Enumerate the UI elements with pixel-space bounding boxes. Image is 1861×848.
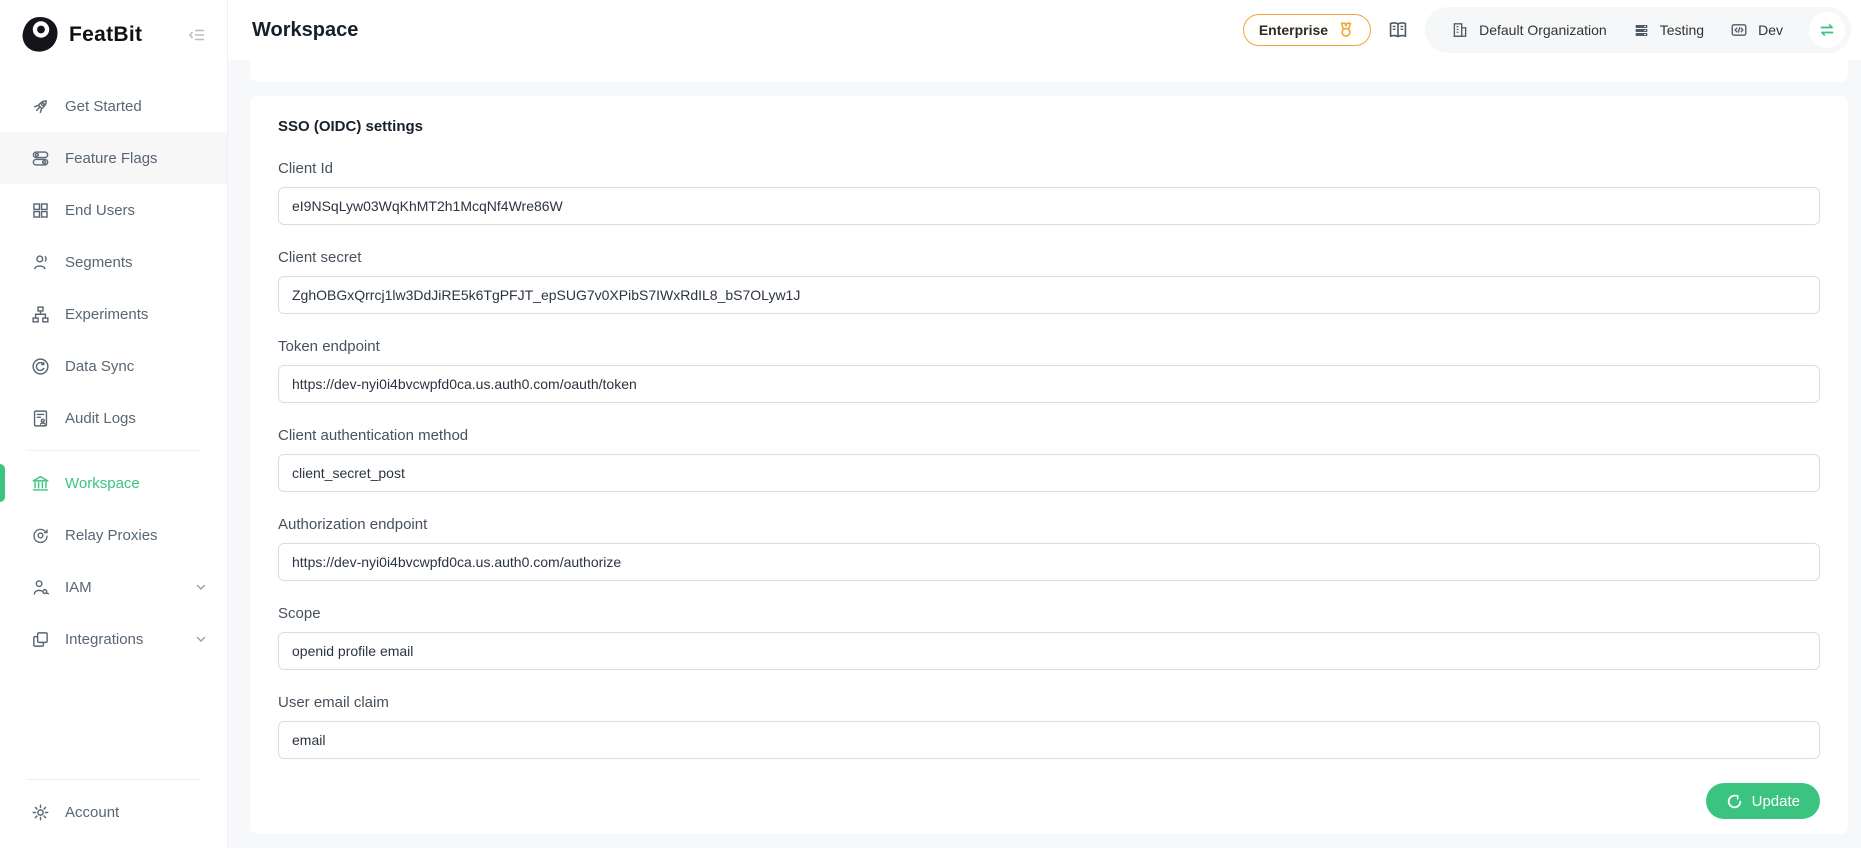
sidebar-nav: Get Started Feature Flags End Users Segment… (0, 80, 227, 773)
collapse-sidebar-icon[interactable] (187, 25, 207, 45)
field-label: Scope (278, 605, 1820, 622)
sidebar-item-label: Workspace (65, 475, 140, 492)
integrations-icon (30, 629, 50, 649)
audit-icon (30, 408, 50, 428)
sidebar-item-integrations[interactable]: Integrations (0, 613, 227, 665)
environment-selector[interactable]: Dev (1730, 21, 1783, 39)
iam-icon (30, 577, 50, 597)
sso-settings-card: SSO (OIDC) settings Client Id Client secr… (250, 96, 1848, 834)
sidebar-item-feature-flags[interactable]: Feature Flags (0, 132, 227, 184)
form-group: User email claim (278, 694, 1820, 759)
sidebar-item-label: Feature Flags (65, 150, 158, 167)
sidebar: FeatBit Get Started Feature Flags End User… (0, 0, 228, 848)
sidebar-item-account[interactable]: Account (0, 786, 227, 838)
form-group: Client Id (278, 160, 1820, 225)
field-input[interactable] (278, 187, 1820, 225)
toggles-icon (30, 148, 50, 168)
form-group: Client secret (278, 249, 1820, 314)
project-icon (1633, 22, 1650, 39)
sidebar-item-end-users[interactable]: End Users (0, 184, 227, 236)
sidebar-divider (26, 779, 201, 780)
code-environment-icon (1730, 21, 1748, 39)
sidebar-footer: Account (0, 773, 227, 848)
page-title: Workspace (252, 19, 358, 42)
organization-icon (1451, 21, 1469, 39)
sidebar-item-data-sync[interactable]: Data Sync (0, 340, 227, 392)
sidebar-item-label: End Users (65, 202, 135, 219)
sidebar-item-workspace[interactable]: Workspace (0, 457, 227, 509)
field-input[interactable] (278, 632, 1820, 670)
field-label: Client authentication method (278, 427, 1820, 444)
chevron-down-icon (195, 633, 207, 645)
sync-icon (30, 356, 50, 376)
form-group: Token endpoint (278, 338, 1820, 403)
form-group: Authorization endpoint (278, 516, 1820, 581)
chevron-down-icon (195, 581, 207, 593)
header-right: Enterprise Default Organization Testing (1243, 7, 1851, 53)
environment-switcher: Default Organization Testing Dev (1425, 7, 1851, 53)
sidebar-item-label: Relay Proxies (65, 527, 158, 544)
switch-environment-icon[interactable] (1809, 12, 1845, 48)
plan-badge[interactable]: Enterprise (1243, 14, 1371, 46)
sidebar-item-label: Data Sync (65, 358, 134, 375)
sitemap-icon (30, 304, 50, 324)
bank-icon (30, 473, 50, 493)
project-name: Testing (1660, 22, 1704, 38)
sidebar-item-relay-proxies[interactable]: Relay Proxies (0, 509, 227, 561)
update-button[interactable]: Update (1706, 783, 1820, 819)
sidebar-item-audit-logs[interactable]: Audit Logs (0, 392, 227, 444)
field-input[interactable] (278, 365, 1820, 403)
field-input[interactable] (278, 721, 1820, 759)
update-arrow-icon (1726, 793, 1743, 810)
sidebar-divider (26, 450, 201, 451)
field-label: Authorization endpoint (278, 516, 1820, 533)
sidebar-item-iam[interactable]: IAM (0, 561, 227, 613)
field-label: Token endpoint (278, 338, 1820, 355)
grid-icon (30, 200, 50, 220)
field-label: User email claim (278, 694, 1820, 711)
sidebar-item-get-started[interactable]: Get Started (0, 80, 227, 132)
field-label: Client secret (278, 249, 1820, 266)
field-input[interactable] (278, 276, 1820, 314)
sidebar-item-segments[interactable]: Segments (0, 236, 227, 288)
org-selector[interactable]: Default Organization (1451, 21, 1607, 39)
field-input[interactable] (278, 543, 1820, 581)
header: Workspace Enterprise Default Organizatio… (228, 0, 1861, 60)
sidebar-item-label: Audit Logs (65, 410, 136, 427)
brand-name: FeatBit (69, 23, 187, 47)
sidebar-item-label: Account (65, 804, 119, 821)
logo-row: FeatBit (0, 0, 227, 70)
main-column: Workspace Enterprise Default Organizatio… (228, 0, 1861, 848)
content-area: SSO (OIDC) settings Client Id Client secr… (228, 60, 1861, 848)
sidebar-item-experiments[interactable]: Experiments (0, 288, 227, 340)
gear-icon (30, 802, 50, 822)
form-actions: Update (278, 783, 1820, 819)
field-label: Client Id (278, 160, 1820, 177)
sidebar-item-label: Segments (65, 254, 133, 271)
field-input[interactable] (278, 454, 1820, 492)
sso-form: Client Id Client secret Token endpoint Clie… (278, 160, 1820, 759)
environment-name: Dev (1758, 22, 1783, 38)
form-group: Scope (278, 605, 1820, 670)
sidebar-item-label: Experiments (65, 306, 148, 323)
update-button-label: Update (1752, 793, 1800, 810)
project-selector[interactable]: Testing (1633, 22, 1704, 39)
docs-book-icon[interactable] (1387, 19, 1409, 41)
section-title: SSO (OIDC) settings (278, 118, 1820, 135)
plan-badge-label: Enterprise (1259, 22, 1328, 38)
sidebar-item-label: IAM (65, 579, 92, 596)
relay-icon (30, 525, 50, 545)
featbit-logo-icon (20, 15, 60, 55)
app-root: FeatBit Get Started Feature Flags End User… (0, 0, 1861, 848)
org-name: Default Organization (1479, 22, 1607, 38)
medal-icon (1337, 21, 1355, 39)
form-group: Client authentication method (278, 427, 1820, 492)
sidebar-item-label: Get Started (65, 98, 142, 115)
rocket-icon (30, 96, 50, 116)
sidebar-item-label: Integrations (65, 631, 143, 648)
previous-card-sliver (250, 60, 1848, 82)
user-icon (30, 252, 50, 272)
